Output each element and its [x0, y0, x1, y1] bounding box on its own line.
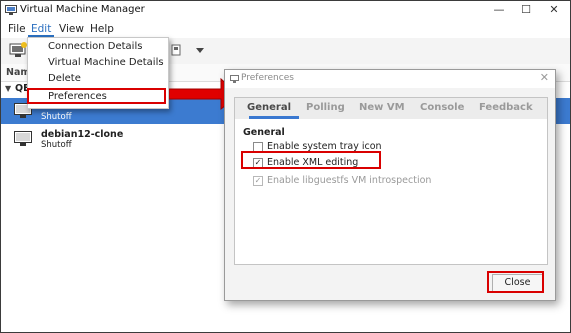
tab-feedback[interactable]: Feedback — [479, 102, 533, 113]
menu-item-vm-details[interactable]: Virtual Machine Details — [48, 57, 164, 68]
close-icon[interactable]: ✕ — [540, 71, 549, 84]
dialog-title-bar: Preferences ✕ — [225, 70, 555, 88]
general-panel: General Enable system tray icon ✓ Enable… — [234, 119, 548, 265]
checkbox: ✓ — [253, 176, 263, 186]
monitor-icon — [14, 131, 32, 146]
maximize-button[interactable]: ☐ — [518, 3, 534, 17]
xml-editing-highlight-box — [241, 151, 381, 169]
shutdown-icon[interactable] — [171, 44, 181, 56]
close-highlight-box — [487, 271, 544, 293]
menu-edit[interactable]: Edit — [28, 23, 55, 37]
tab-console[interactable]: Console — [420, 102, 464, 113]
vm-name: debian12-clone — [41, 129, 124, 140]
vm-state: Shutoff — [41, 140, 72, 150]
chevron-down-icon[interactable] — [196, 48, 204, 54]
window-title: Virtual Machine Manager — [20, 4, 145, 15]
tab-general[interactable]: General — [247, 102, 291, 113]
vm-state: Shutoff — [41, 112, 72, 122]
app-icon — [5, 5, 17, 15]
tab-polling[interactable]: Polling — [306, 102, 345, 113]
menu-item-connection-details[interactable]: Connection Details — [48, 41, 142, 52]
preferences-highlight-box — [27, 88, 166, 104]
app-window: Virtual Machine Manager — ☐ ✕ File Edit … — [0, 0, 571, 333]
preferences-dialog: Preferences ✕ General Polling New VM Con… — [224, 69, 556, 301]
close-window-button[interactable]: ✕ — [546, 3, 562, 17]
expander-icon[interactable]: ▼ — [5, 84, 11, 93]
tab-new-vm[interactable]: New VM — [359, 102, 405, 113]
dialog-app-icon — [230, 75, 239, 83]
menu-item-delete[interactable]: Delete — [48, 73, 81, 84]
tab-bar: General Polling New VM Console Feedback — [234, 97, 548, 120]
menu-help[interactable]: Help — [87, 23, 117, 35]
menu-file[interactable]: File — [5, 23, 29, 35]
option-label: Enable libguestfs VM introspection — [267, 175, 432, 186]
minimize-button[interactable]: — — [491, 3, 507, 17]
menu-bar: File Edit View Help — [1, 21, 570, 37]
title-bar: Virtual Machine Manager — ☐ ✕ — [1, 1, 570, 20]
menu-view[interactable]: View — [56, 23, 87, 35]
section-title: General — [243, 127, 285, 138]
dialog-title: Preferences — [241, 73, 294, 83]
new-vm-icon[interactable] — [9, 42, 27, 58]
